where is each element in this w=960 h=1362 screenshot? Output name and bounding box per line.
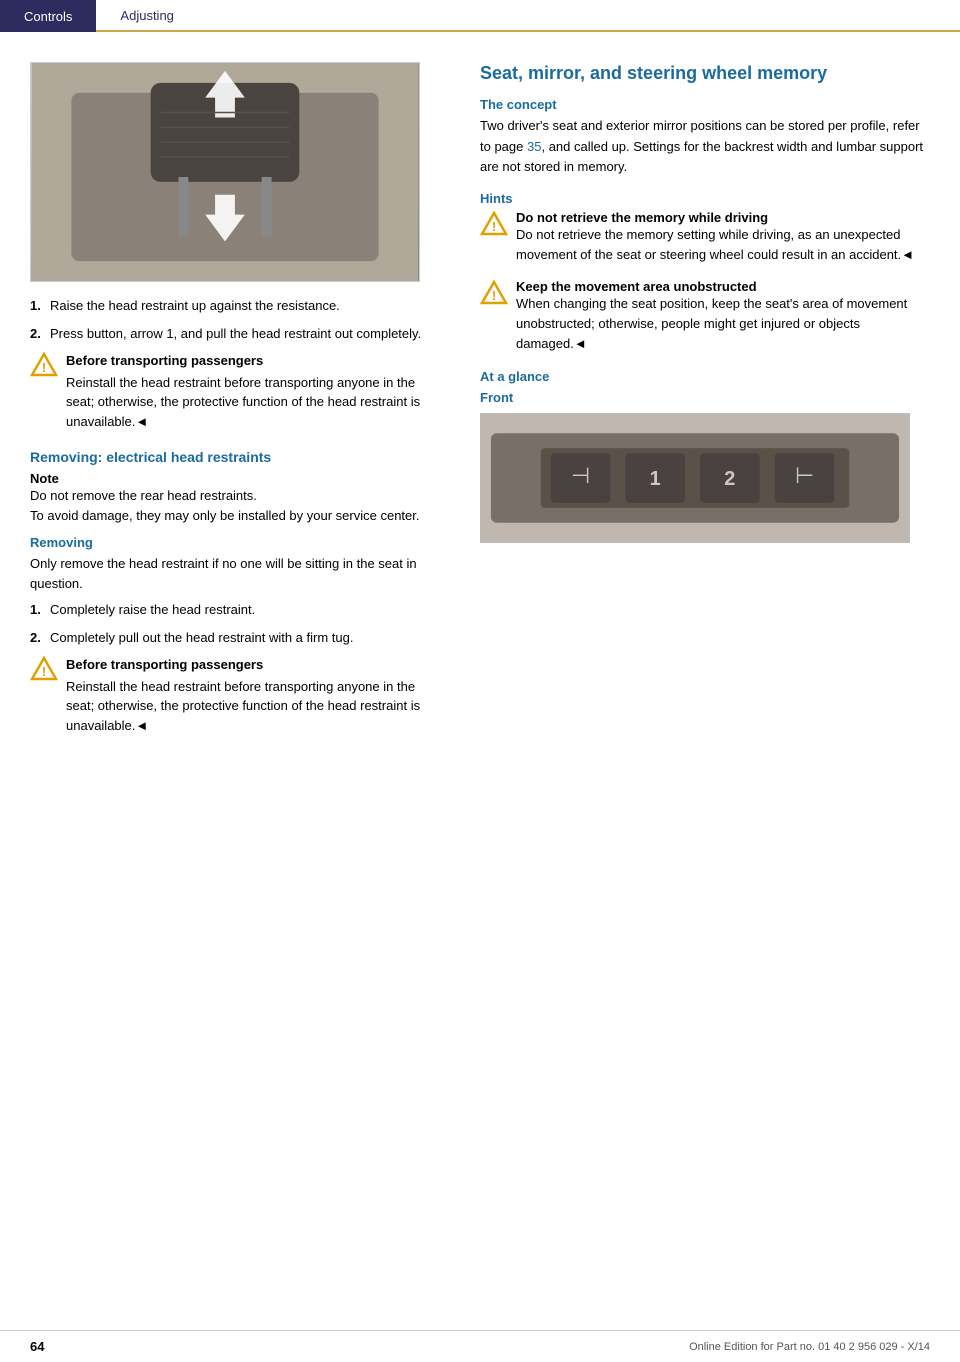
- concept-title: The concept: [480, 97, 930, 112]
- svg-text:⊣: ⊣: [571, 462, 590, 487]
- hint-2-body: When changing the seat position, keep th…: [516, 294, 930, 354]
- warning-2-text: Before transporting passengers Reinstall…: [66, 655, 440, 737]
- removing-label: Removing: [30, 535, 440, 550]
- hint-1-block: ! Do not retrieve the memory while drivi…: [480, 210, 930, 265]
- svg-text:!: !: [492, 219, 496, 234]
- note-text-2: To avoid damage, they may only be instal…: [30, 506, 440, 526]
- warning-icon-1: !: [30, 351, 58, 379]
- header-controls-tab[interactable]: Controls: [0, 0, 96, 32]
- warning-1-body: Reinstall the head restraint before tran…: [66, 373, 440, 432]
- note-block: Note Do not remove the rear head restrai…: [30, 471, 440, 525]
- step-2-text: Press button, arrow 1, and pull the head…: [50, 324, 440, 344]
- left-column: 1. Raise the head restraint up against t…: [0, 52, 460, 763]
- hint-1-text-block: Do not retrieve the memory while driving…: [516, 210, 930, 265]
- front-label: Front: [480, 390, 930, 405]
- note-text-1: Do not remove the rear head restraints.: [30, 486, 440, 506]
- concept-text: Two driver's seat and exterior mirror po…: [480, 116, 930, 176]
- svg-text:⊢: ⊢: [795, 462, 814, 487]
- header-adjusting-tab[interactable]: Adjusting: [96, 0, 197, 32]
- step-2-num: 2.: [30, 324, 50, 344]
- warning-2-body: Reinstall the head restraint before tran…: [66, 677, 440, 736]
- removing-step-1: 1. Completely raise the head restraint.: [30, 600, 440, 620]
- footer-edition-text: Online Edition for Part no. 01 40 2 956 …: [689, 1341, 930, 1353]
- footer-page-number: 64: [30, 1339, 44, 1354]
- header-line: [198, 0, 960, 32]
- hint-2-title: Keep the movement area unobstructed: [516, 279, 930, 294]
- warning-1-title: Before transporting passengers: [66, 351, 440, 371]
- hint-1-title: Do not retrieve the memory while driving: [516, 210, 930, 225]
- hint-2-block: ! Keep the movement area unobstructed Wh…: [480, 279, 930, 354]
- removing-step-1-text: Completely raise the head restraint.: [50, 600, 440, 620]
- step-2: 2. Press button, arrow 1, and pull the h…: [30, 324, 440, 344]
- svg-text:!: !: [42, 360, 46, 375]
- warning-1-text: Before transporting passengers Reinstall…: [66, 351, 440, 433]
- page-header: Controls Adjusting: [0, 0, 960, 32]
- removing-step-2-text: Completely pull out the head restraint w…: [50, 628, 440, 648]
- section-main-title: Seat, mirror, and steering wheel memory: [480, 62, 930, 85]
- hint-1-icon: !: [480, 210, 508, 238]
- front-panel-image: ⊣ 1 2 ⊢: [480, 413, 910, 543]
- svg-text:!: !: [492, 288, 496, 303]
- step-1-num: 1.: [30, 296, 50, 316]
- removing-intro: Only remove the head restraint if no one…: [30, 554, 440, 594]
- warning-box-1: ! Before transporting passengers Reinsta…: [30, 351, 440, 433]
- hints-title: Hints: [480, 191, 930, 206]
- svg-text:1: 1: [650, 467, 661, 489]
- warning-icon-2: !: [30, 655, 58, 683]
- adjusting-label: Adjusting: [120, 8, 173, 23]
- step-1: 1. Raise the head restraint up against t…: [30, 296, 440, 316]
- removing-step-2-num: 2.: [30, 628, 50, 648]
- removing-step-2: 2. Completely pull out the head restrain…: [30, 628, 440, 648]
- head-restraint-image: [30, 62, 420, 282]
- note-label: Note: [30, 471, 440, 486]
- hint-2-text-block: Keep the movement area unobstructed When…: [516, 279, 930, 354]
- at-a-glance-title: At a glance: [480, 369, 930, 384]
- hint-2-icon: !: [480, 279, 508, 307]
- step-1-text: Raise the head restraint up against the …: [50, 296, 440, 316]
- controls-label: Controls: [24, 9, 72, 24]
- hint-1-body: Do not retrieve the memory setting while…: [516, 225, 930, 265]
- right-column: Seat, mirror, and steering wheel memory …: [460, 52, 960, 763]
- page-link[interactable]: 35: [527, 139, 541, 154]
- svg-text:!: !: [42, 664, 46, 679]
- main-content: 1. Raise the head restraint up against t…: [0, 32, 960, 763]
- page-footer: 64 Online Edition for Part no. 01 40 2 9…: [0, 1330, 960, 1362]
- warning-2-title: Before transporting passengers: [66, 655, 440, 675]
- section-electrical-title: Removing: electrical head restraints: [30, 449, 440, 465]
- removing-step-1-num: 1.: [30, 600, 50, 620]
- warning-box-2: ! Before transporting passengers Reinsta…: [30, 655, 440, 737]
- svg-text:2: 2: [724, 467, 735, 489]
